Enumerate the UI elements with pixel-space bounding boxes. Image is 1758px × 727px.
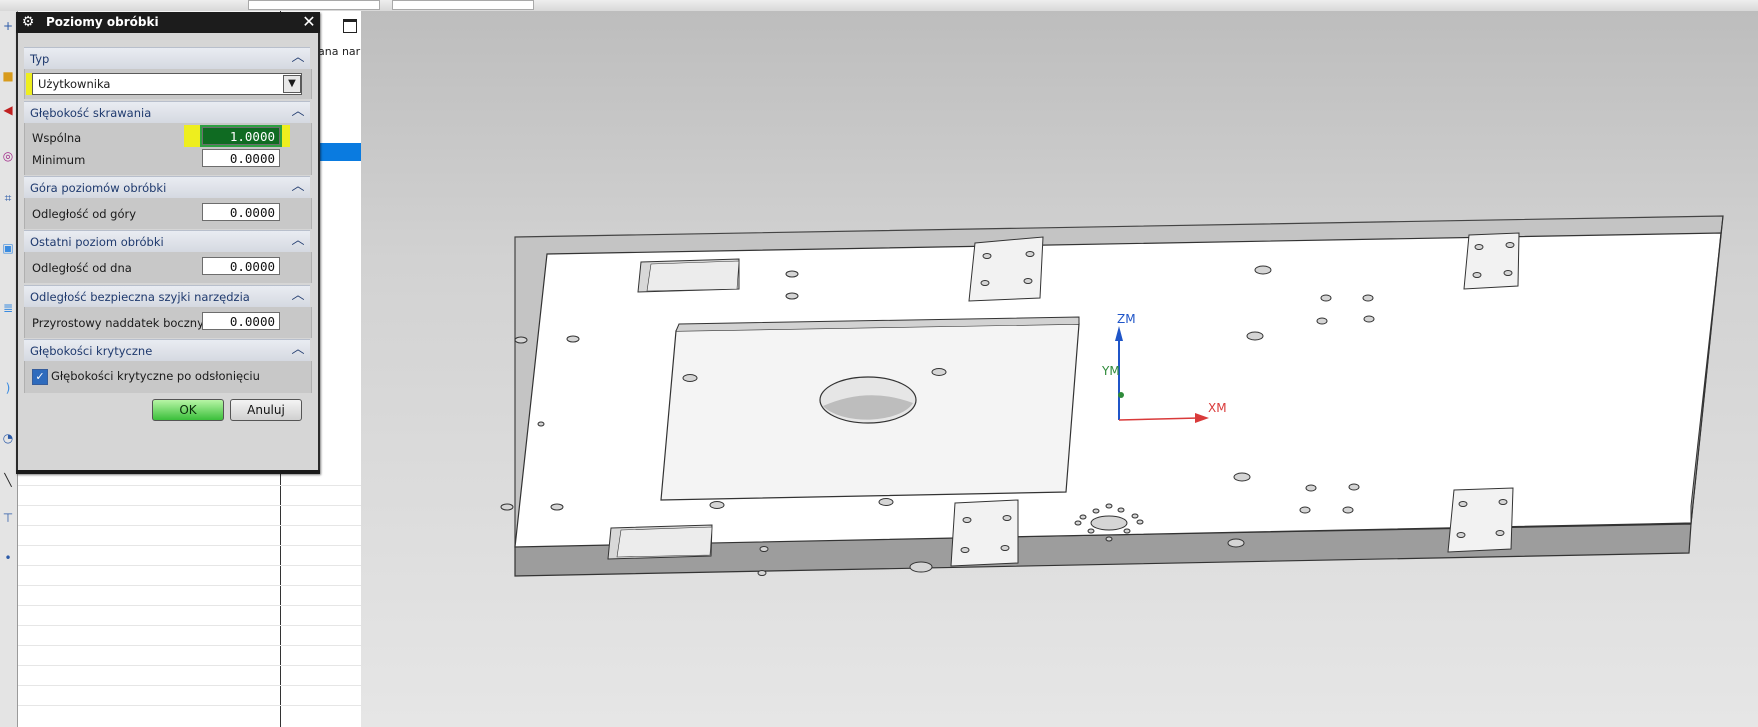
section-holder-clearance[interactable]: Odległość bezpieczna szyjki narzędzia ︿ <box>24 285 310 309</box>
row-divider <box>18 605 361 606</box>
chart-icon[interactable]: ⌗ <box>1 191 15 205</box>
navigator-selected-row[interactable] <box>318 143 361 161</box>
gear-icon[interactable]: ⚙ <box>20 14 36 30</box>
collapse-icon[interactable]: ︿ <box>290 288 306 304</box>
dialog-title: Poziomy obróbki <box>46 15 159 29</box>
chevron-down-icon[interactable]: ▼ <box>283 75 301 93</box>
dialog-titlebar[interactable]: ⚙ Poziomy obróbki ✕ <box>16 12 320 33</box>
graphics-viewport[interactable]: ZM YM XM <box>361 11 1758 727</box>
from-bottom-label: Odległość od dna <box>32 261 132 275</box>
collapse-icon[interactable]: ︿ <box>290 104 306 120</box>
section-type[interactable]: Typ ︿ <box>24 47 310 71</box>
section-top-levels[interactable]: Góra poziomów obróbki ︿ <box>24 176 310 200</box>
minimum-depth-field[interactable]: 0.0000 <box>202 149 280 167</box>
pen-icon[interactable]: ╲ <box>1 473 15 487</box>
section-critical-depths-label: Głębokości krytyczne <box>30 344 153 358</box>
plus-icon[interactable]: + <box>1 19 15 33</box>
row-divider <box>18 585 361 586</box>
part-model[interactable] <box>361 11 1758 727</box>
pin-icon[interactable]: ⊤ <box>1 511 15 525</box>
cube-icon[interactable]: ▣ <box>1 241 15 255</box>
section-type-label: Typ <box>30 52 50 66</box>
arrow-left-icon[interactable]: ◀ <box>1 103 15 117</box>
collapse-icon[interactable]: ︿ <box>290 342 306 358</box>
critical-depths-checkbox-label: Głębokości krytyczne po odsłonięciu <box>51 369 260 383</box>
section-critical-depths[interactable]: Głębokości krytyczne ︿ <box>24 339 310 363</box>
section-top-levels-label: Góra poziomów obróbki <box>30 181 167 195</box>
collapse-icon[interactable]: ︿ <box>290 179 306 195</box>
collapse-icon[interactable]: ︿ <box>290 50 306 66</box>
dialog-bottom-edge <box>16 470 320 474</box>
from-top-field[interactable]: 0.0000 <box>202 203 280 221</box>
type-dropdown[interactable]: Użytkownika ▼ <box>32 73 302 95</box>
layers-icon[interactable]: ≣ <box>1 301 15 315</box>
close-icon[interactable]: ✕ <box>300 13 318 31</box>
y-axis-label: YM <box>1102 364 1120 378</box>
cancel-button[interactable]: Anuluj <box>230 399 302 421</box>
cut-levels-dialog: ⚙ Poziomy obróbki ✕ Typ ︿ Użytkownika ▼ … <box>16 12 320 474</box>
target-icon[interactable]: ◎ <box>1 149 15 163</box>
section-last-level[interactable]: Ostatni poziom obróbki ︿ <box>24 230 310 254</box>
folder-icon[interactable]: ■ <box>1 69 15 83</box>
section-last-level-label: Ostatni poziom obróbki <box>30 235 164 249</box>
row-divider <box>18 545 361 546</box>
side-stock-label: Przyrostowy naddatek boczny <box>32 316 204 330</box>
section-cut-depth[interactable]: Głębokość skrawania ︿ <box>24 101 310 125</box>
row-divider <box>18 685 361 686</box>
from-top-label: Odległość od góry <box>32 207 137 221</box>
critical-depths-checkbox[interactable]: ✓ <box>32 369 48 385</box>
navigator-column-header[interactable]: ana nar <box>318 45 360 58</box>
common-depth-field[interactable]: 1.0000 <box>200 125 282 147</box>
toolbar-combo-1[interactable] <box>248 0 380 10</box>
row-divider <box>18 505 361 506</box>
ok-button[interactable]: OK <box>152 399 224 421</box>
from-bottom-field[interactable]: 0.0000 <box>202 257 280 275</box>
section-holder-clearance-label: Odległość bezpieczna szyjki narzędzia <box>30 290 250 304</box>
restore-window-icon[interactable] <box>343 19 357 33</box>
toolbar-combo-2[interactable] <box>392 0 534 10</box>
row-divider <box>18 525 361 526</box>
section-cut-depth-label: Głębokość skrawania <box>30 106 152 120</box>
common-depth-label: Wspólna <box>32 131 82 145</box>
row-divider <box>18 705 361 706</box>
row-divider <box>18 565 361 566</box>
row-divider <box>18 485 361 486</box>
x-axis-label: XM <box>1208 401 1227 415</box>
side-stock-field[interactable]: 0.0000 <box>202 312 280 330</box>
collapse-icon[interactable]: ︿ <box>290 233 306 249</box>
row-divider <box>18 665 361 666</box>
z-axis-label: ZM <box>1117 312 1136 326</box>
row-divider <box>18 645 361 646</box>
clock-icon[interactable]: ◔ <box>1 431 15 445</box>
minimum-depth-label: Minimum <box>32 153 86 167</box>
y-axis-dot <box>1118 392 1124 398</box>
row-divider <box>18 625 361 626</box>
wave-icon[interactable]: ) <box>1 381 15 395</box>
type-dropdown-value: Użytkownika <box>38 77 111 91</box>
dialog-body: Typ ︿ Użytkownika ▼ Głębokość skrawania … <box>18 33 318 474</box>
dot-icon[interactable]: • <box>1 551 15 565</box>
